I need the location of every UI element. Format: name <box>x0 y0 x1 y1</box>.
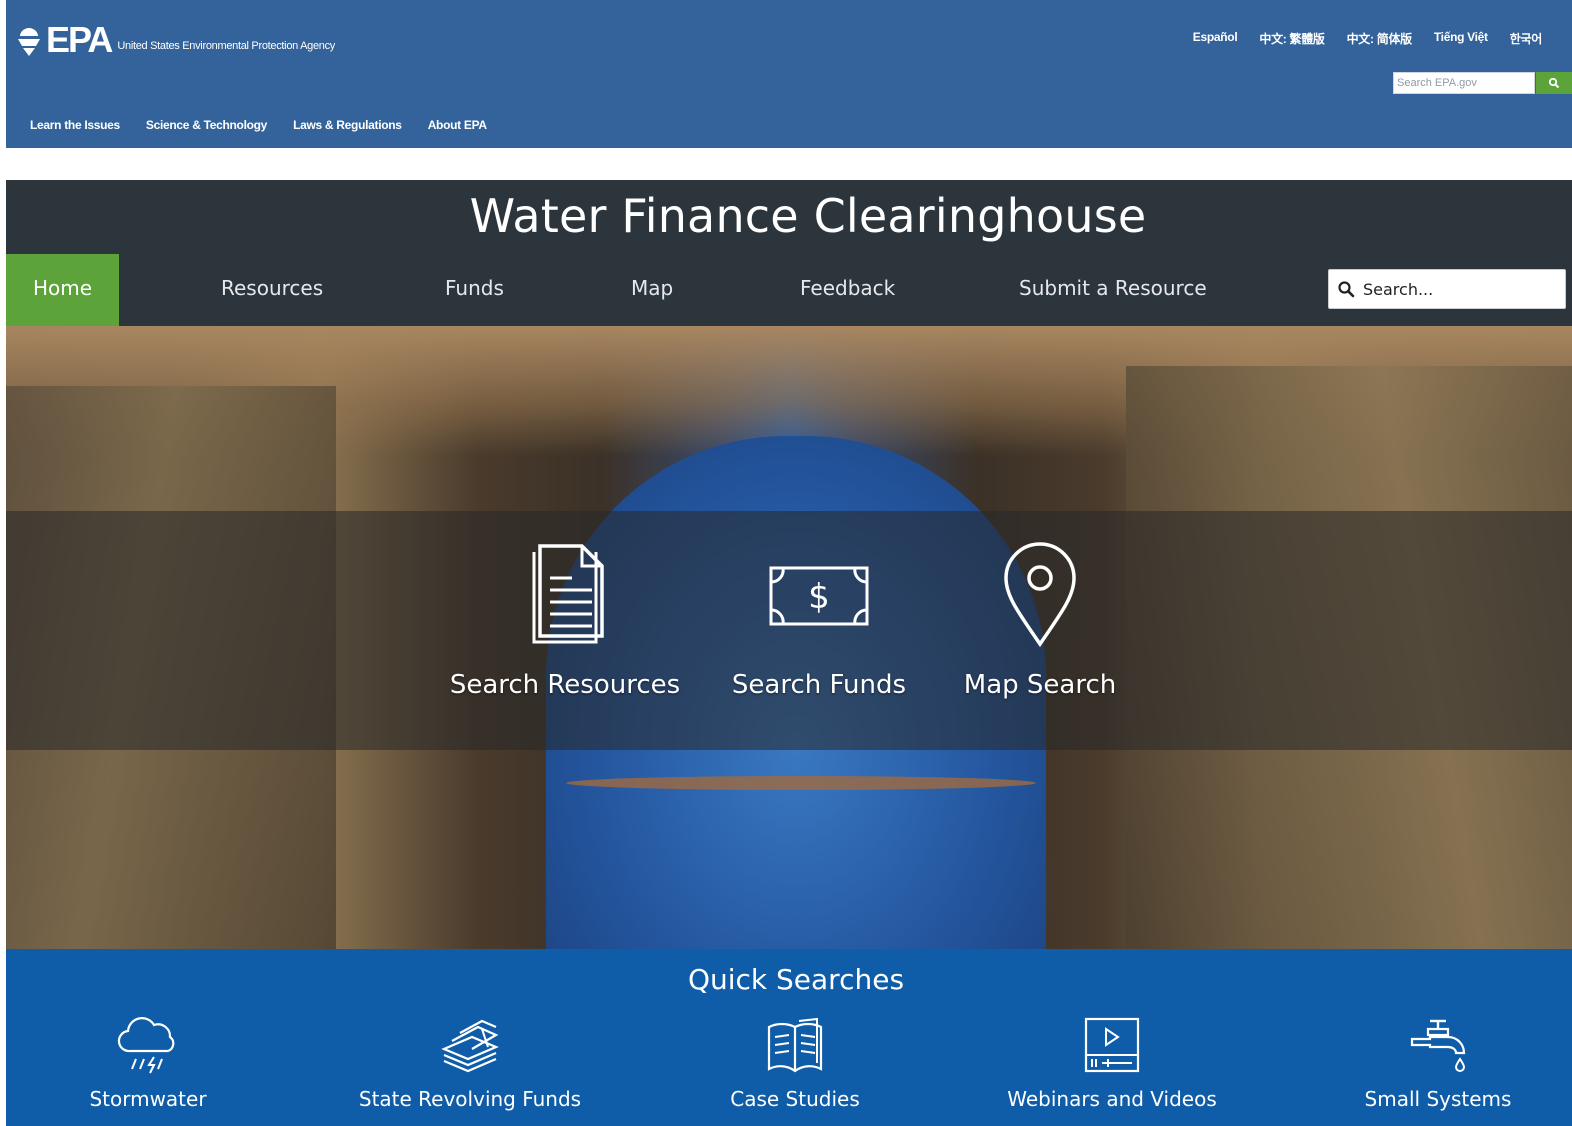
map-search-link[interactable]: Map Search <box>910 540 1170 700</box>
small-systems-label: Small Systems <box>1364 1087 1512 1111</box>
search-resources-label: Search Resources <box>449 670 681 700</box>
quick-search-small-systems[interactable]: Small Systems <box>1308 1015 1568 1111</box>
nav-funds[interactable]: Funds <box>445 254 504 326</box>
epa-main-nav: Learn the Issues Science & Technology La… <box>30 118 487 132</box>
dollar-bill-icon: $ <box>769 566 869 626</box>
epa-search-input[interactable] <box>1393 72 1535 94</box>
site-search-box <box>1328 269 1566 309</box>
nav-submit-a-resource[interactable]: Submit a Resource <box>1019 254 1207 326</box>
epa-flower-icon <box>18 28 40 56</box>
agency-name: United States Environmental Protection A… <box>117 40 335 52</box>
lang-link-vietnamese[interactable]: Tiếng Việt <box>1434 30 1488 47</box>
lang-link-chinese-traditional[interactable]: 中文: 繁體版 <box>1259 30 1325 47</box>
hero-image-pipe-band <box>566 776 1036 790</box>
svg-text:$: $ <box>808 577 830 617</box>
site-title: Water Finance Clearinghouse <box>469 189 1147 243</box>
map-pin-icon <box>1004 542 1076 648</box>
quick-search-stormwater[interactable]: Stormwater <box>18 1015 278 1111</box>
storm-cloud-icon <box>117 1017 175 1074</box>
case-studies-label: Case Studies <box>730 1087 860 1111</box>
epa-logo[interactable]: EPA United States Environmental Protecti… <box>14 14 335 58</box>
nav-feedback[interactable]: Feedback <box>800 254 895 326</box>
nav-map[interactable]: Map <box>631 254 673 326</box>
quick-search-webinars-videos[interactable]: Webinars and Videos <box>982 1015 1242 1111</box>
epa-logo-text: EPA <box>46 19 113 60</box>
search-icon <box>1338 281 1355 298</box>
money-stack-icon <box>441 1019 499 1073</box>
epa-search-button[interactable] <box>1536 72 1572 94</box>
epa-nav-learn-the-issues[interactable]: Learn the Issues <box>30 118 120 132</box>
epa-nav-about-epa[interactable]: About EPA <box>428 118 487 132</box>
search-icon <box>1548 77 1560 89</box>
state-revolving-funds-label: State Revolving Funds <box>358 1087 582 1111</box>
video-player-icon <box>1084 1017 1140 1073</box>
quick-search-case-studies[interactable]: Case Studies <box>665 1015 925 1111</box>
nav-home[interactable]: Home <box>6 254 119 326</box>
language-list: Español 中文: 繁體版 中文: 简体版 Tiếng Việt 한국어 <box>1193 30 1543 47</box>
faucet-icon <box>1410 1019 1466 1072</box>
epa-nav-science-technology[interactable]: Science & Technology <box>146 118 267 132</box>
book-icon <box>767 1017 823 1073</box>
document-icon <box>532 544 604 644</box>
webinars-videos-label: Webinars and Videos <box>1007 1087 1217 1111</box>
lang-link-korean[interactable]: 한국어 <box>1510 30 1543 47</box>
nav-resources[interactable]: Resources <box>221 254 323 326</box>
lang-link-spanish[interactable]: Español <box>1193 30 1238 47</box>
site-search-input[interactable] <box>1361 278 1555 300</box>
epa-nav-laws-regulations[interactable]: Laws & Regulations <box>293 118 402 132</box>
quick-search-state-revolving-funds[interactable]: State Revolving Funds <box>340 1015 600 1111</box>
search-resources-link[interactable]: Search Resources <box>435 540 695 700</box>
stormwater-label: Stormwater <box>89 1087 207 1111</box>
quick-searches-title: Quick Searches <box>687 963 905 996</box>
lang-link-chinese-simplified[interactable]: 中文: 简体版 <box>1347 30 1413 47</box>
map-search-label: Map Search <box>963 670 1117 700</box>
